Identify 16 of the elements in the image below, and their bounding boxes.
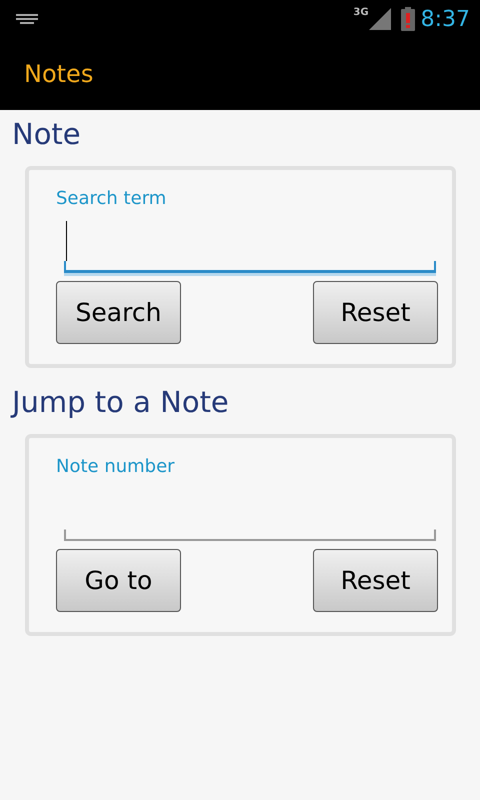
action-button[interactable]: Reset <box>313 281 438 344</box>
field-label: Note number <box>56 456 176 477</box>
text-cursor <box>66 221 67 261</box>
battery-icon <box>400 7 415 31</box>
action-button[interactable]: Go to <box>56 549 181 612</box>
signal-icon <box>368 8 391 30</box>
section-heading: Note <box>12 116 82 152</box>
section-heading: Jump to a Note <box>12 384 230 420</box>
action-button[interactable]: Search <box>56 281 181 344</box>
clock-time: 8:37 <box>420 6 470 32</box>
action-button[interactable]: Reset <box>313 549 438 612</box>
network-type: 3G <box>353 7 369 18</box>
keyboard-icon <box>16 13 38 25</box>
app-title: Notes <box>24 60 94 88</box>
field-label: Search term <box>56 188 168 209</box>
input-field[interactable] <box>64 221 436 273</box>
